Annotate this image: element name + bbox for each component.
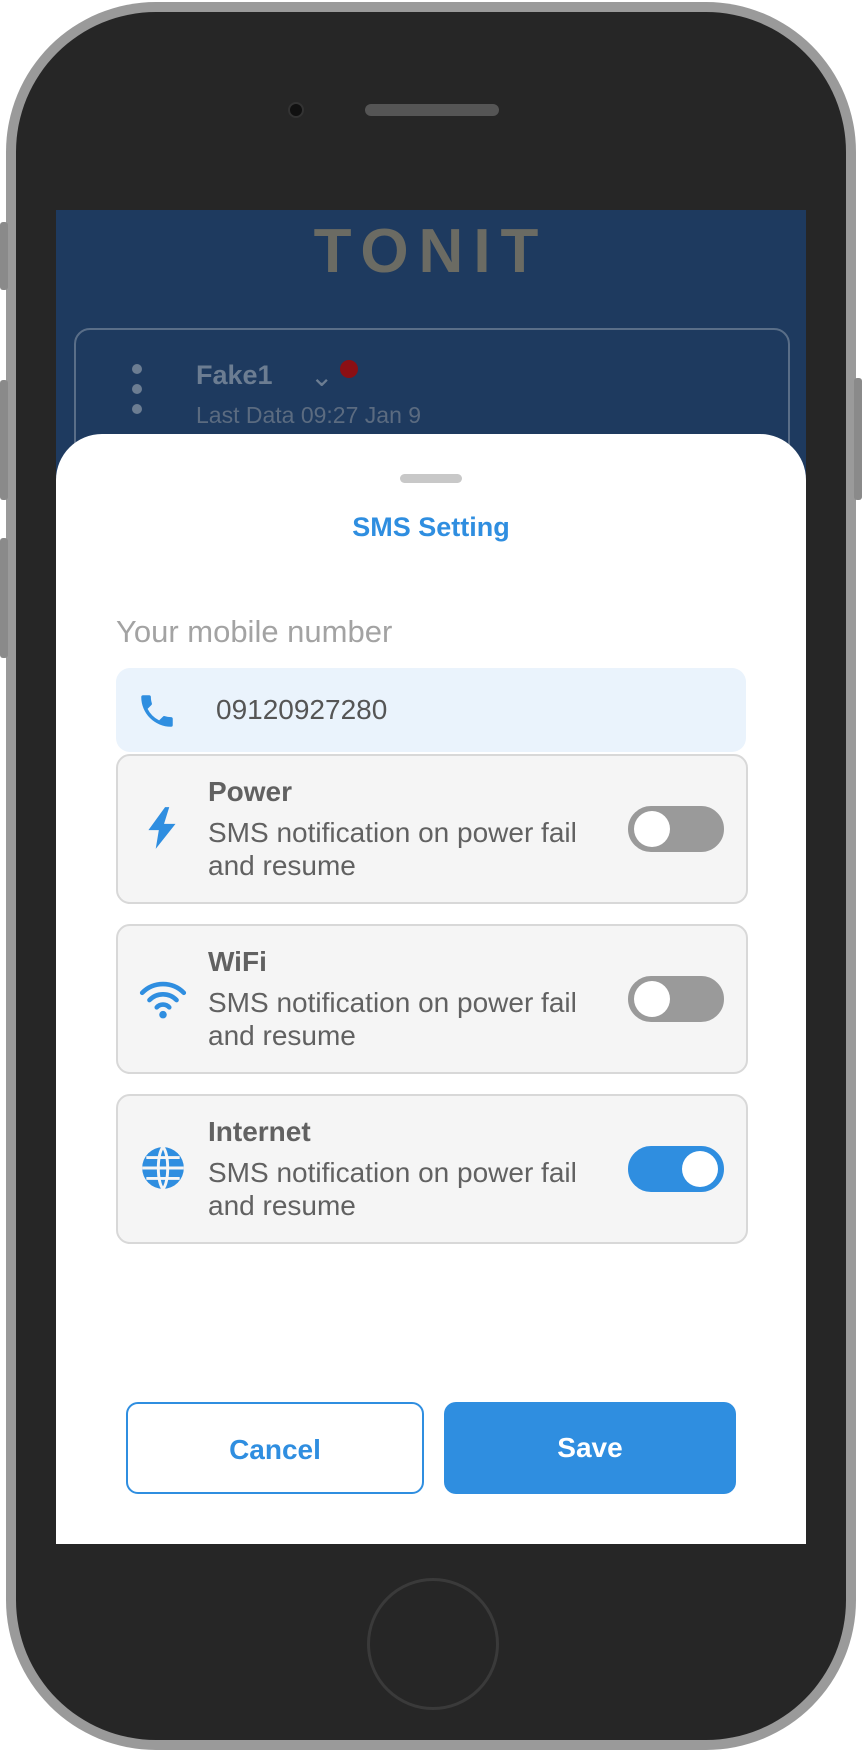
home-button[interactable] bbox=[367, 1578, 499, 1710]
mobile-number-label: Your mobile number bbox=[116, 614, 393, 649]
option-wifi-card: WiFi SMS notification on power fail and … bbox=[116, 924, 748, 1074]
app-screen: TONIT Fake1 ⌄ Last Data 09:27 Jan 9 SMS … bbox=[56, 210, 806, 1544]
power-toggle[interactable] bbox=[628, 806, 724, 852]
option-power-title: Power bbox=[208, 776, 293, 807]
lightning-icon bbox=[148, 807, 176, 849]
option-wifi-description: SMS notification on power fail and resum… bbox=[208, 987, 577, 1051]
option-internet-card: Internet SMS notification on power fail … bbox=[116, 1094, 748, 1244]
phone-icon bbox=[141, 695, 173, 727]
option-power-description: SMS notification on power fail and resum… bbox=[208, 817, 577, 881]
wifi-toggle[interactable] bbox=[628, 976, 724, 1022]
front-camera bbox=[288, 102, 304, 118]
cancel-button[interactable]: Cancel bbox=[126, 1402, 424, 1494]
status-dot bbox=[340, 360, 358, 378]
option-wifi-title: WiFi bbox=[208, 946, 267, 977]
app-logo: TONIT bbox=[313, 217, 549, 286]
option-internet-description: SMS notification on power fail and resum… bbox=[208, 1157, 577, 1221]
toggle-knob bbox=[682, 1151, 718, 1187]
mobile-number-field[interactable] bbox=[116, 668, 746, 752]
more-menu-icon bbox=[132, 364, 142, 424]
globe-icon bbox=[142, 1146, 184, 1190]
volume-up-button bbox=[0, 380, 8, 500]
toggle-knob bbox=[634, 981, 670, 1017]
save-button[interactable]: Save bbox=[444, 1402, 736, 1494]
chevron-down-icon: ⌄ bbox=[310, 361, 334, 392]
earpiece-speaker bbox=[365, 104, 499, 116]
sheet-drag-handle[interactable] bbox=[400, 474, 462, 483]
internet-toggle[interactable] bbox=[628, 1146, 724, 1192]
volume-down-button bbox=[0, 538, 8, 658]
wifi-icon bbox=[139, 981, 187, 1019]
option-power-card: Power SMS notification on power fail and… bbox=[116, 754, 748, 904]
toggle-knob bbox=[634, 811, 670, 847]
sms-setting-sheet: SMS Setting Your mobile number Power SMS… bbox=[56, 434, 806, 1544]
option-internet-title: Internet bbox=[208, 1116, 311, 1147]
sheet-title: SMS Setting bbox=[352, 512, 510, 542]
last-data-text: Last Data 09:27 Jan 9 bbox=[196, 402, 422, 428]
power-button bbox=[854, 378, 862, 500]
device-name: Fake1 bbox=[196, 360, 273, 390]
mute-switch bbox=[0, 222, 8, 290]
mobile-number-input[interactable] bbox=[216, 686, 716, 734]
